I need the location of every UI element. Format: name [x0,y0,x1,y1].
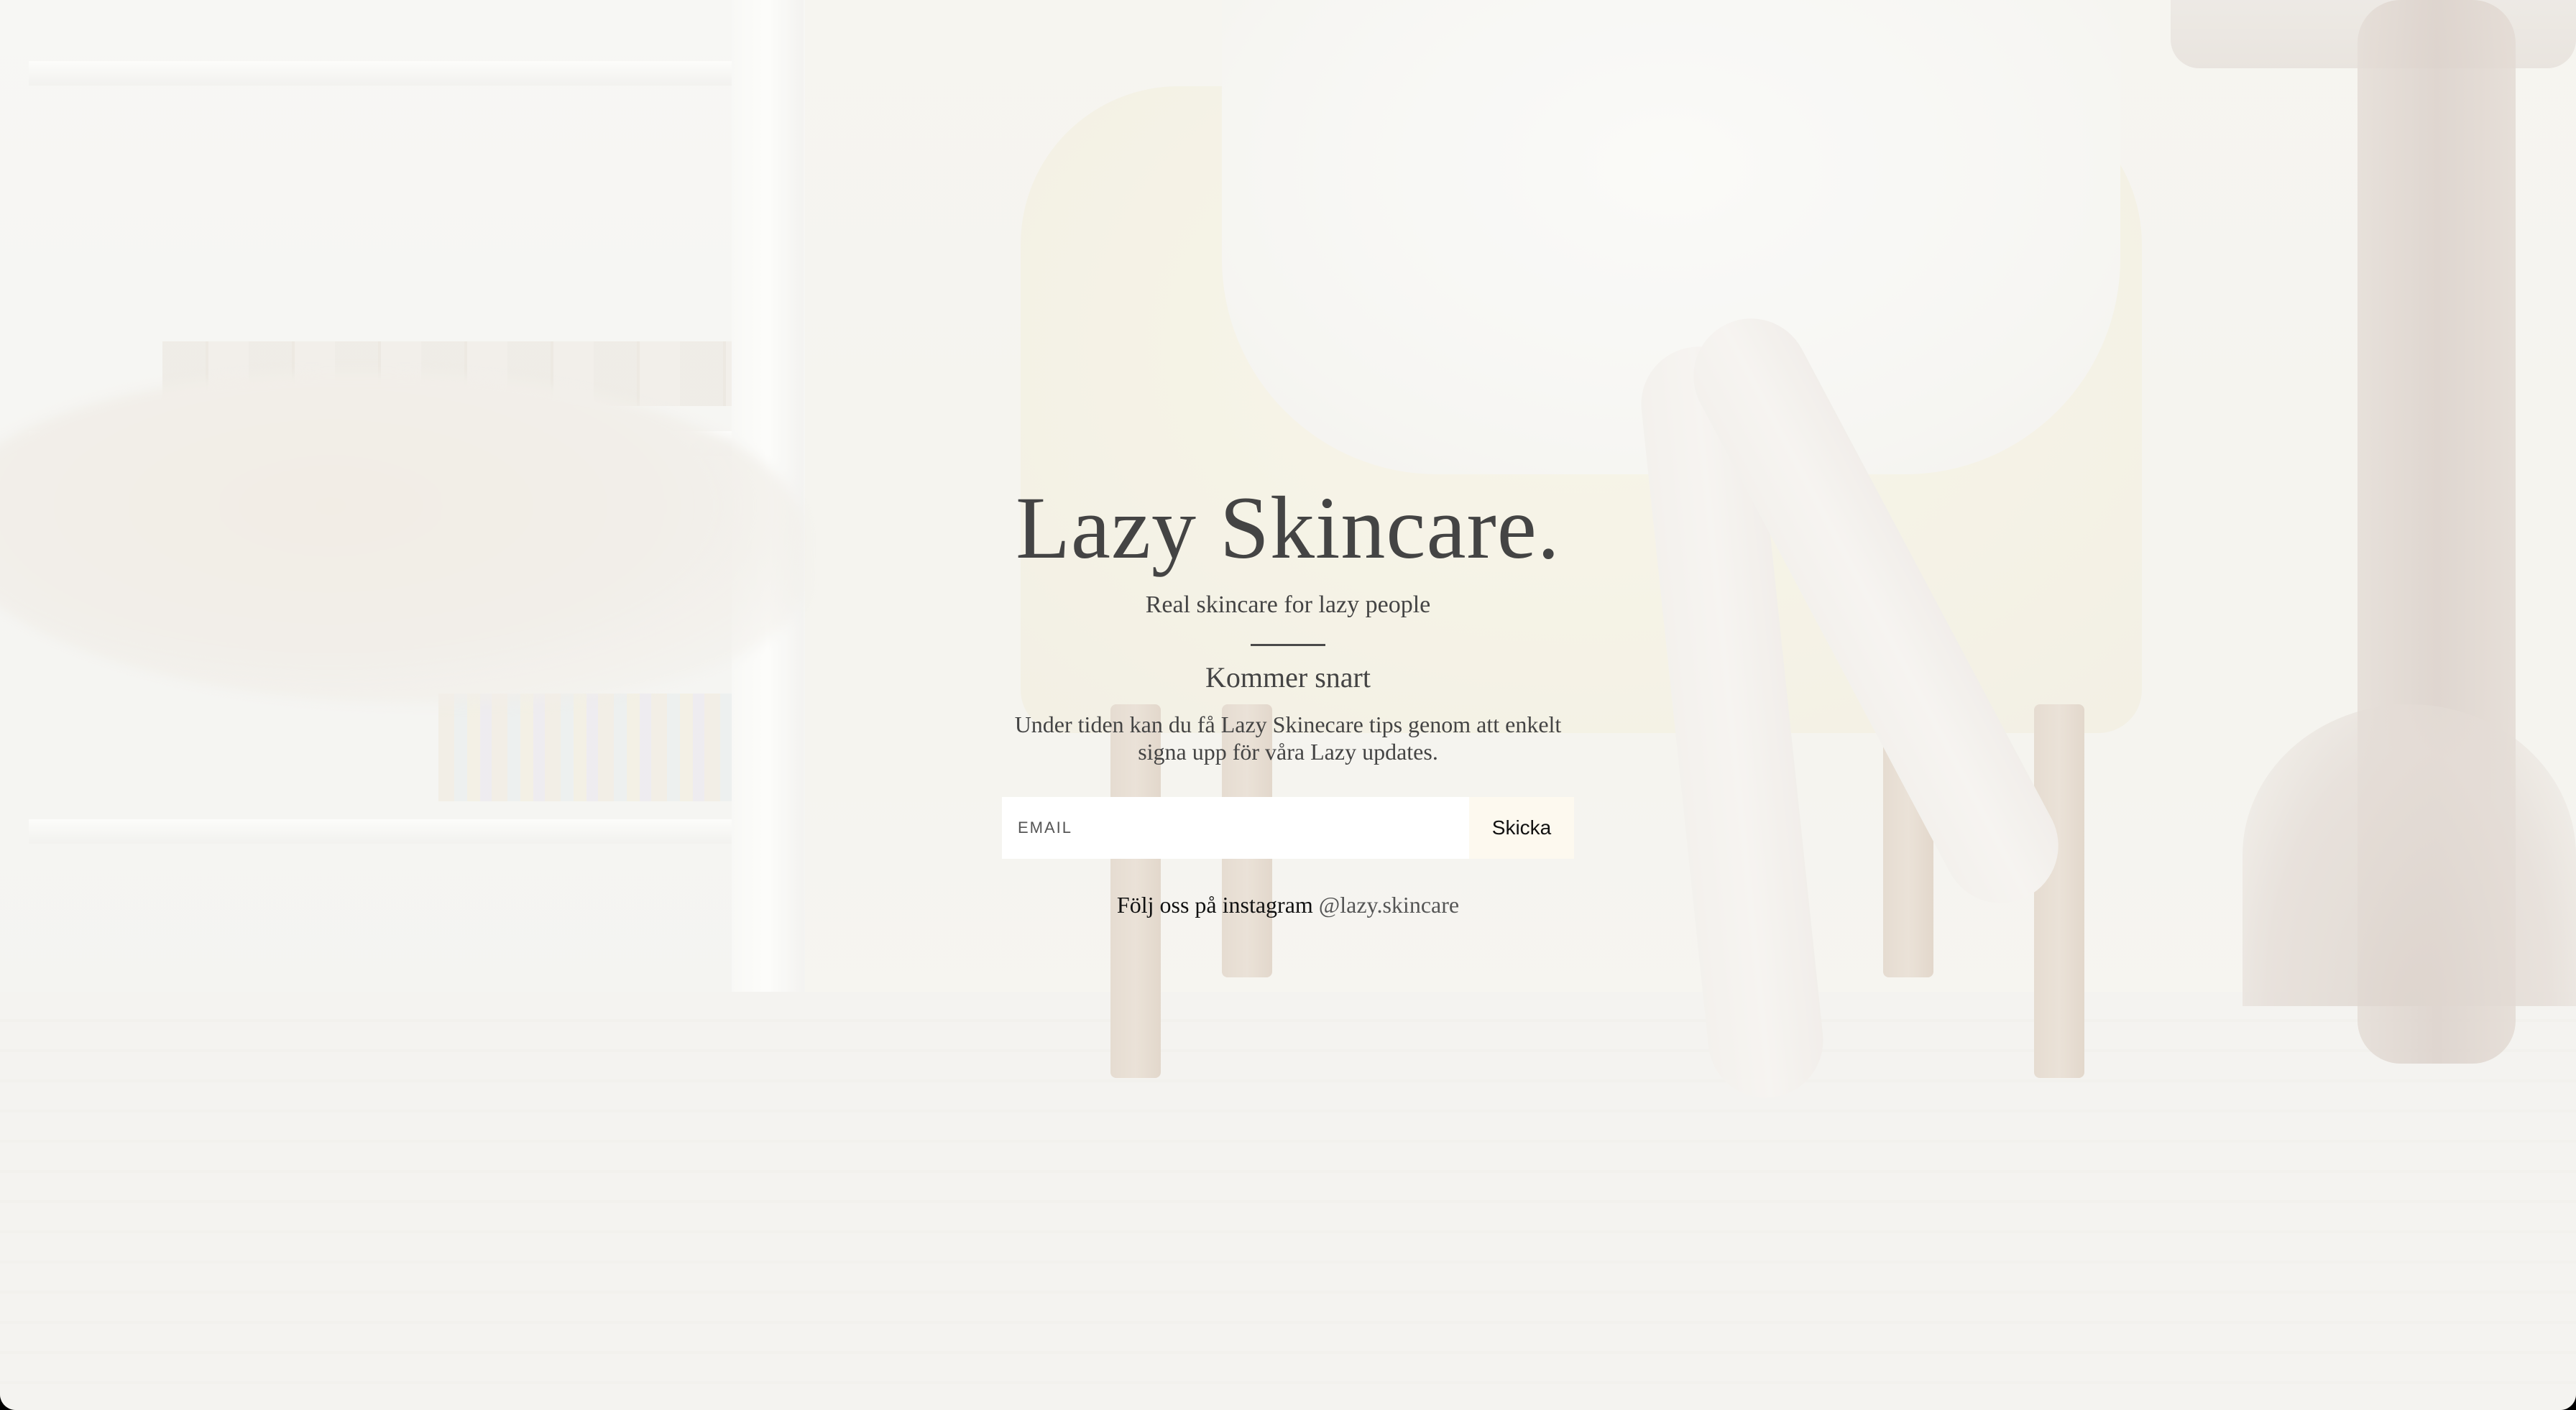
submit-button[interactable]: Skicka [1469,797,1574,859]
site-title: Lazy Skincare. [1016,479,1560,577]
follow-text: Följ oss på instagram [1116,892,1313,918]
instagram-follow: Följ oss på instagram @lazy.skincare [0,890,2576,919]
site-tagline: Real skincare for lazy people [1145,591,1431,618]
page-viewport: Lazy Skincare. Real skincare for lazy pe… [0,0,2576,1410]
newsletter-form: Skicka [0,797,2576,859]
title-divider [1251,644,1325,646]
instagram-link[interactable]: @lazy.skincare [1319,892,1459,918]
coming-soon-content: Lazy Skincare. Real skincare for lazy pe… [0,474,2576,919]
signup-description: Under tiden kan du få Lazy Skinecare tip… [1014,711,1562,765]
coming-soon-heading: Kommer snart [1205,661,1371,694]
email-input[interactable] [1002,797,1469,859]
